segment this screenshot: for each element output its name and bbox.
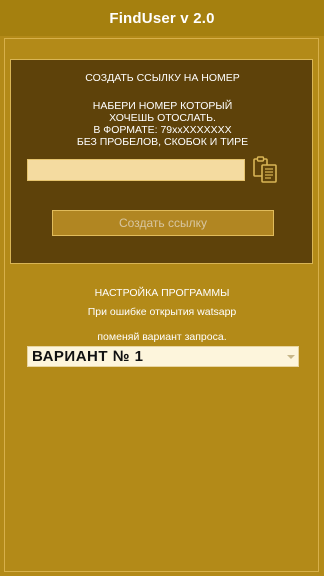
- instruction-line-4: БЕЗ ПРОБЕЛОВ, СКОБОК И ТИРЕ: [76, 136, 249, 148]
- settings-heading: НАСТРОЙКА ПРОГРАММЫ: [94, 287, 230, 299]
- settings-note-line-2: поменяй вариант запроса.: [97, 331, 227, 343]
- instruction-line-3: В ФОРМАТЕ: 79xxXXXXXXX: [93, 124, 232, 136]
- link-panel: СОЗДАТЬ ССЫЛКУ НА НОМЕР НАБЕРИ НОМЕР КОТ…: [10, 59, 313, 264]
- app-title-bar: FindUser v 2.0: [0, 0, 324, 36]
- settings-note-line-1: При ошибке открытия watsapp: [87, 306, 237, 318]
- link-panel-heading: СОЗДАТЬ ССЫЛКУ НА НОМЕР: [85, 72, 240, 84]
- instruction-line-1: НАБЕРИ НОМЕР КОТОРЫЙ: [92, 100, 233, 112]
- instruction-line-2: ХОЧЕШЬ ОТОСЛАТЬ.: [109, 112, 216, 124]
- variant-dropdown[interactable]: ВАРИАНТ № 1: [27, 346, 299, 367]
- create-link-button[interactable]: Создать ссылку: [52, 210, 274, 236]
- chevron-down-icon: [287, 355, 295, 359]
- clipboard-paste-icon[interactable]: [251, 156, 281, 184]
- app-title: FindUser v 2.0: [109, 9, 215, 27]
- phone-number-input[interactable]: [27, 159, 245, 181]
- variant-selected-value: ВАРИАНТ № 1: [32, 348, 144, 365]
- create-link-button-label: Создать ссылку: [119, 216, 207, 230]
